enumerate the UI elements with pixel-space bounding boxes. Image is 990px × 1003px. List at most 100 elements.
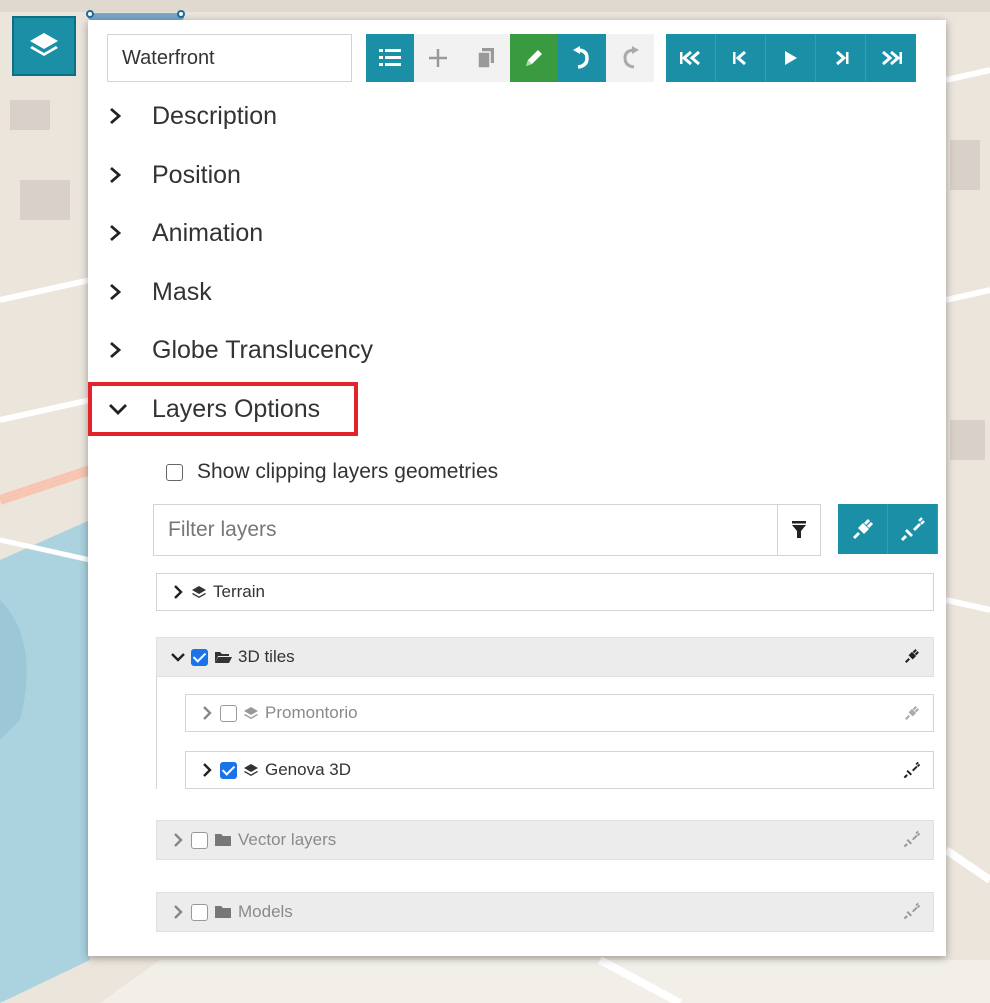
copy-button[interactable]: [462, 34, 510, 82]
funnel-icon: [792, 521, 806, 538]
disconnect-all-button[interactable]: [888, 504, 938, 554]
chevron-right-icon: [110, 283, 122, 301]
copy-icon: [477, 48, 494, 69]
panel-resize-bar[interactable]: [88, 13, 184, 20]
layer-checkbox[interactable]: [220, 704, 237, 722]
previous-frame-button[interactable]: [716, 34, 766, 82]
layers-toggle-button[interactable]: [12, 16, 76, 76]
group-connect-toggle[interactable]: [903, 902, 921, 925]
layer-item-genova-3d[interactable]: Genova 3D: [185, 751, 934, 789]
plug-disconnected-icon: [903, 902, 921, 920]
layer-label: Genova 3D: [265, 760, 351, 779]
group-checkbox[interactable]: [191, 648, 208, 666]
section-layers-options[interactable]: Layers Options: [108, 389, 320, 429]
group-connect-toggle[interactable]: [903, 647, 921, 670]
skip-last-icon: [882, 51, 902, 65]
layer-icon: [192, 586, 206, 598]
folder-icon: [215, 834, 231, 846]
show-clipping-checkbox[interactable]: [166, 463, 183, 481]
layers-icon: [30, 33, 58, 56]
layer-icon: [244, 764, 258, 776]
tree-guide-line: [156, 677, 157, 789]
play-icon: [784, 51, 797, 65]
show-clipping-option[interactable]: Show clipping layers geometries: [166, 460, 498, 484]
layer-filter: [153, 504, 821, 556]
list-icon: [379, 49, 401, 66]
section-label: Animation: [152, 218, 264, 247]
layer-label: Vector layers: [238, 830, 337, 849]
resize-handle[interactable]: [86, 10, 94, 18]
plug-disconnected-icon: [903, 761, 921, 779]
play-button[interactable]: [766, 34, 816, 82]
layer-label: Models: [238, 902, 293, 921]
layer-item-promontorio[interactable]: Promontorio: [185, 694, 934, 732]
skip-first-icon: [679, 51, 700, 65]
group-checkbox[interactable]: [191, 831, 208, 849]
group-checkbox[interactable]: [191, 903, 208, 921]
layer-label: 3D tiles: [238, 647, 295, 666]
layer-group-vector-layers[interactable]: Vector layers: [156, 820, 934, 860]
last-frame-button[interactable]: [866, 34, 916, 82]
edit-button[interactable]: [510, 34, 558, 82]
plug-connected-icon: [852, 518, 873, 540]
layer-icon: [244, 707, 258, 719]
section-label: Globe Translucency: [152, 335, 373, 364]
layer-connect-toggle[interactable]: [903, 761, 921, 784]
section-label: Mask: [152, 277, 212, 306]
chevron-down-icon: [171, 653, 185, 662]
layer-checkbox[interactable]: [220, 761, 237, 779]
layer-label: Terrain: [213, 582, 265, 601]
layer-label: Promontorio: [265, 703, 358, 722]
section-description[interactable]: Description: [108, 96, 277, 136]
chevron-right-icon: [110, 166, 122, 184]
plug-disconnected-icon: [900, 517, 925, 542]
navigation-buttons: [666, 34, 916, 82]
section-label: Position: [152, 160, 241, 189]
section-position[interactable]: Position: [108, 155, 241, 195]
next-frame-button[interactable]: [816, 34, 866, 82]
layer-group-models[interactable]: Models: [156, 892, 934, 932]
show-clipping-label: Show clipping layers geometries: [197, 460, 499, 483]
chevron-right-icon: [110, 224, 122, 242]
chevron-right-icon: [174, 833, 183, 847]
toolbar: Waterfront: [107, 33, 916, 83]
section-label: Layers Options: [152, 394, 321, 423]
folder-open-icon: [215, 652, 232, 663]
filter-button[interactable]: [777, 505, 820, 555]
undo-icon: [573, 46, 589, 69]
layer-group-3d-tiles[interactable]: 3D tiles: [156, 637, 934, 677]
add-button[interactable]: [414, 34, 462, 82]
section-mask[interactable]: Mask: [108, 272, 212, 312]
section-animation[interactable]: Animation: [108, 213, 263, 253]
layer-item-terrain[interactable]: Terrain: [156, 573, 934, 611]
pencil-icon: [526, 50, 542, 66]
filter-layers-input[interactable]: [154, 518, 777, 542]
chevron-right-icon: [203, 706, 212, 720]
chevron-right-icon: [174, 585, 183, 599]
chevron-right-icon: [174, 905, 183, 919]
chevron-right-icon: [110, 341, 122, 359]
story-name-field[interactable]: Waterfront: [107, 34, 352, 82]
plus-icon: [429, 49, 447, 67]
chevron-down-icon: [109, 404, 127, 415]
first-frame-button[interactable]: [666, 34, 716, 82]
story-settings-panel: Waterfront Description Position Animatio…: [88, 20, 946, 956]
folder-icon: [215, 906, 231, 918]
step-forward-icon: [835, 51, 848, 65]
layer-connect-toggle[interactable]: [903, 704, 921, 727]
step-back-icon: [732, 51, 746, 65]
plug-disconnected-icon: [903, 830, 921, 848]
resize-handle[interactable]: [177, 10, 185, 18]
connection-buttons: [838, 504, 938, 554]
chevron-right-icon: [203, 763, 212, 777]
plug-connected-icon: [905, 649, 919, 663]
redo-button[interactable]: [606, 34, 654, 82]
list-view-button[interactable]: [366, 34, 414, 82]
chevron-right-icon: [110, 107, 122, 125]
section-globe-translucency[interactable]: Globe Translucency: [108, 330, 373, 370]
section-label: Description: [152, 101, 278, 130]
connect-all-button[interactable]: [838, 504, 888, 554]
plug-connected-icon: [905, 706, 919, 720]
undo-button[interactable]: [558, 34, 606, 82]
group-connect-toggle[interactable]: [903, 830, 921, 853]
